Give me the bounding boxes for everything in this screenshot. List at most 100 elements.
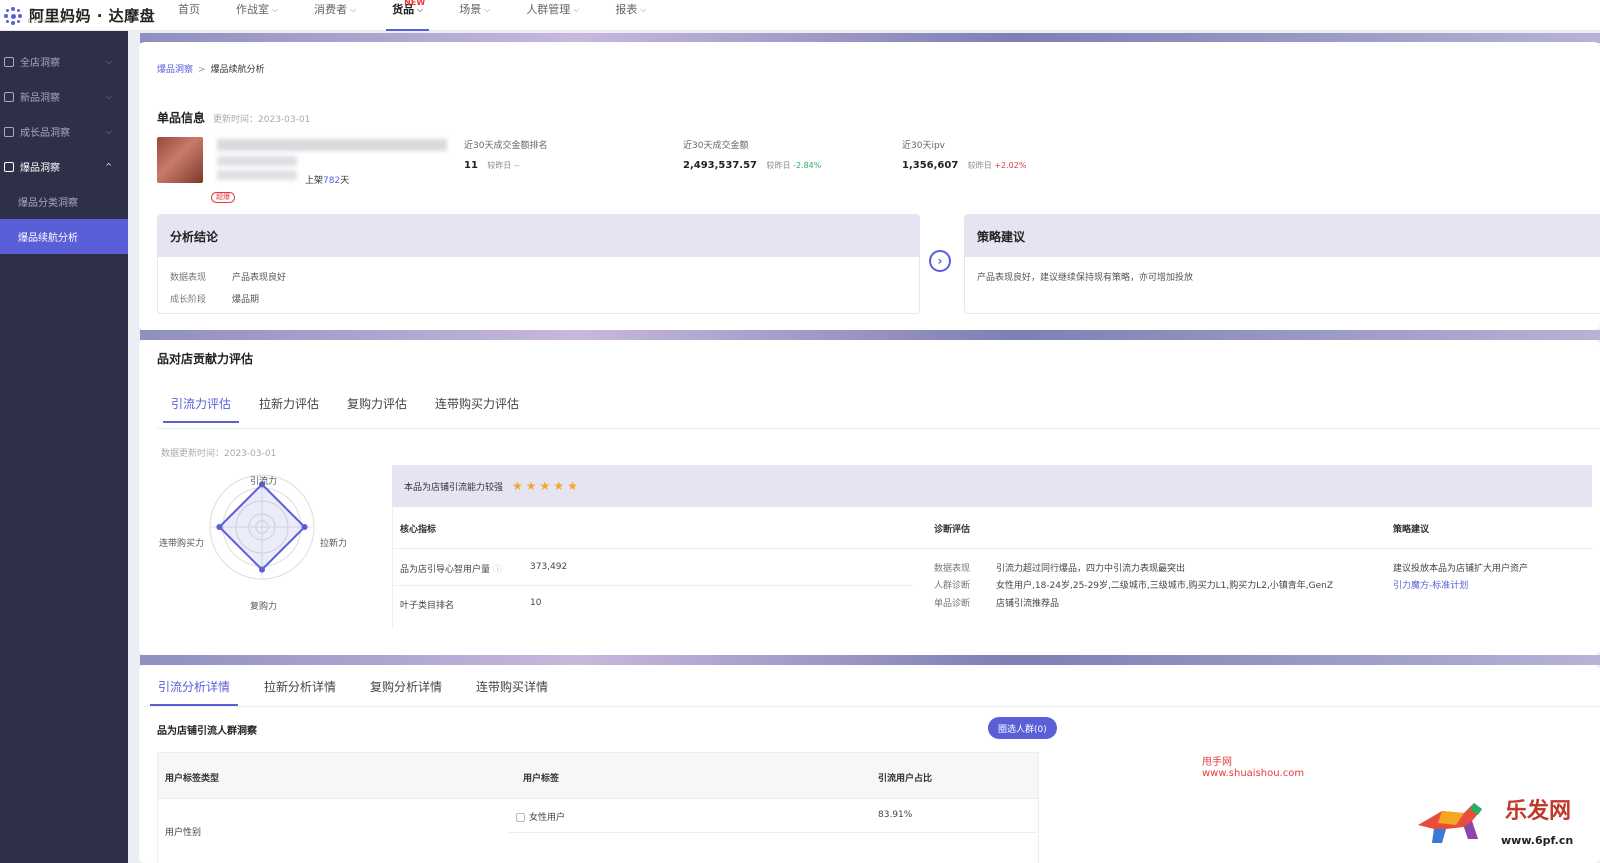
tab-traffic-detail[interactable]: 引流分析详情 <box>144 666 244 706</box>
insight-icon <box>4 56 14 67</box>
arrow-right-icon[interactable]: › <box>929 250 951 272</box>
watermark-name: 甩手网 <box>1202 757 1232 768</box>
chevron-up-icon: ^ <box>105 162 112 171</box>
sidebar-item-label: 新品洞察 <box>20 93 60 104</box>
product-info-header: 单品信息 更新时间：2023-03-01 <box>157 109 310 126</box>
panel-title: 分析结论 <box>158 215 919 257</box>
evaluation-table: 核心指标 诊断评估 策略建议 品为店引导心智用户量 ⓘ 373,492 叶子类目… <box>392 507 1593 628</box>
diagnosis-key: 数据表现 <box>934 564 971 574</box>
chevron-down-icon: ⌵ <box>573 5 580 14</box>
product-meta-redacted <box>217 156 297 166</box>
nav-reports[interactable]: 报表 ⌵ <box>597 0 664 31</box>
column-header: 核心指标 <box>400 525 437 535</box>
data-update-time: 数据更新时间：2023-03-01 <box>161 449 277 459</box>
radar-point[interactable] <box>216 524 223 530</box>
breadcrumb-parent-link[interactable]: 爆品洞察 <box>157 65 193 75</box>
nav-goods[interactable]: NEW 货品 ⌵ <box>374 0 441 31</box>
nav-label: 作战室 <box>236 3 269 16</box>
tab-repurchase-detail[interactable]: 复购分析详情 <box>356 666 456 706</box>
sidebar-item-new-product-insight[interactable]: 新品洞察 ⌵ <box>0 79 128 114</box>
app-logo[interactable]: 阿里妈妈 · 达摩盘 DEEPLINK <box>0 0 155 31</box>
new-badge: NEW <box>404 0 426 7</box>
logo-dots-icon <box>2 5 24 27</box>
insight-icon <box>4 91 14 102</box>
column-header: 用户标签 <box>523 774 560 784</box>
product-name-redacted <box>217 139 447 151</box>
table-cell-ratio: 83.91% <box>878 810 913 820</box>
label-text: 女性用户 <box>529 813 566 823</box>
sidebar-item-growth-product-insight[interactable]: 成长品洞察 ⌵ <box>0 114 128 149</box>
radar-axis-label: 引流力 <box>250 477 278 487</box>
nav-home[interactable]: 首页 <box>160 0 218 31</box>
compare-label: 较昨日 <box>766 161 791 170</box>
nav-scene[interactable]: 场景 ⌵ <box>441 0 508 31</box>
suggestion-link[interactable]: 引力魔方-标准计划 <box>1393 578 1468 591</box>
main-nav: 首页 作战室 ⌵ 消费者 ⌵ NEW 货品 ⌵ 场景 ⌵ 人群管理 ⌵ 报表 ⌵ <box>160 0 664 31</box>
star-icon: ★ <box>525 479 537 493</box>
conclusion-row: 数据表现 产品表现良好 <box>170 270 286 283</box>
chevron-down-icon: ⌵ <box>105 91 112 101</box>
top-navigation-bar: 阿里妈妈 · 达摩盘 DEEPLINK 首页 作战室 ⌵ 消费者 ⌵ NEW 货品 ⌵… <box>0 0 1600 31</box>
listing-duration: 上架782天 <box>305 173 349 186</box>
nav-war-room[interactable]: 作战室 ⌵ <box>218 0 296 31</box>
sidebar-subitem-hot-category[interactable]: 爆品分类洞察 <box>0 184 128 219</box>
help-icon[interactable]: ⓘ <box>493 565 502 575</box>
tab-new-customer-detail[interactable]: 拉新分析详情 <box>250 666 350 706</box>
radar-point[interactable] <box>259 566 265 573</box>
assessment-tabs: 引流力评估 拉新力评估 复购力评估 连带购买力评估 <box>157 383 533 423</box>
breadcrumb-current: 爆品续航分析 <box>210 65 265 75</box>
sidebar-item-label: 成长品洞察 <box>20 128 70 139</box>
watermark-url: www.shuaishou.com <box>1202 768 1305 779</box>
diagnosis-key: 人群诊断 <box>934 581 971 591</box>
table-cell-type: 用户性别 <box>165 828 202 838</box>
tab-traffic-assessment[interactable]: 引流力评估 <box>157 383 245 423</box>
suggestion-text: 建议投放本品为店铺扩大用户资产 <box>1393 564 1529 574</box>
row-divider <box>508 832 1038 833</box>
indicator-name: 叶子类目排名 <box>400 601 455 611</box>
tab-cross-sell-detail[interactable]: 连带购买详情 <box>462 666 562 706</box>
product-meta-redacted <box>217 170 297 180</box>
strategy-text: 产品表现良好，建议继续保持现有策略，亦可增加投放 <box>977 273 1194 283</box>
tab-cross-sell-assessment[interactable]: 连带购买力评估 <box>421 383 533 423</box>
select-audience-button[interactable]: 圈选人群(0) <box>988 717 1057 739</box>
metric-value-row: 11 较昨日 -- <box>464 160 547 171</box>
indicator-value: 10 <box>530 598 542 608</box>
compare-label: 较昨日 <box>487 161 512 170</box>
metric-value-row: 2,493,537.57 较昨日 -2.84% <box>683 160 821 171</box>
nav-audience-management[interactable]: 人群管理 ⌵ <box>508 0 597 31</box>
metric-sales-amount: 近30天成交金额 2,493,537.57 较昨日 -2.84% <box>683 138 821 171</box>
rating-text: 本品为店铺引流能力较强 <box>404 482 504 493</box>
nav-consumer[interactable]: 消费者 ⌵ <box>296 0 374 31</box>
rating-stars: ★ ★ ★ ★ ★ <box>509 479 578 493</box>
conclusion-value: 产品表现良好 <box>232 273 287 283</box>
product-thumbnail[interactable] <box>157 137 203 183</box>
chevron-down-icon: ⌵ <box>484 5 491 14</box>
analysis-conclusion-panel: 分析结论 数据表现 产品表现良好 成长阶段 爆品期 <box>157 214 920 314</box>
hot-product-tag: 超爆 <box>211 192 235 203</box>
metric-value: 1,356,607 <box>902 160 959 171</box>
conclusion-row: 成长阶段 爆品期 <box>170 292 259 305</box>
nav-label: 报表 <box>615 3 638 16</box>
sidebar-item-store-insight[interactable]: 全店洞察 ⌵ <box>0 44 128 79</box>
metric-compare: 较昨日 +2.02% <box>968 161 1027 170</box>
tab-repurchase-assessment[interactable]: 复购力评估 <box>333 383 421 423</box>
sidebar-subitem-hot-endurance[interactable]: 爆品续航分析 <box>0 219 128 254</box>
gradient-band <box>140 330 1600 340</box>
compare-label: 较昨日 <box>967 161 992 170</box>
star-icon: ★ <box>553 479 565 493</box>
gradient-band <box>140 655 1600 665</box>
table-cell-label[interactable]: 女性用户 <box>516 810 565 823</box>
checkbox[interactable] <box>516 813 525 822</box>
breadcrumb-separator: > <box>198 65 206 75</box>
indicator-label: 品为店引导心智用户量 <box>400 565 491 575</box>
tab-new-customer-assessment[interactable]: 拉新力评估 <box>245 383 333 423</box>
star-icon: ★ <box>567 479 578 493</box>
sidebar-item-hot-product-insight[interactable]: 爆品洞察 ^ <box>0 149 128 184</box>
indicator-value: 373,492 <box>530 562 568 572</box>
nav-label: 消费者 <box>314 3 348 16</box>
radar-point[interactable] <box>301 524 308 530</box>
strategy-suggestion-panel: 策略建议 产品表现良好，建议继续保持现有策略，亦可增加投放 <box>964 214 1600 314</box>
indicator-name: 品为店引导心智用户量 ⓘ <box>400 562 502 575</box>
metric-value: 2,493,537.57 <box>683 160 758 171</box>
conclusion-value: 爆品期 <box>232 295 260 305</box>
